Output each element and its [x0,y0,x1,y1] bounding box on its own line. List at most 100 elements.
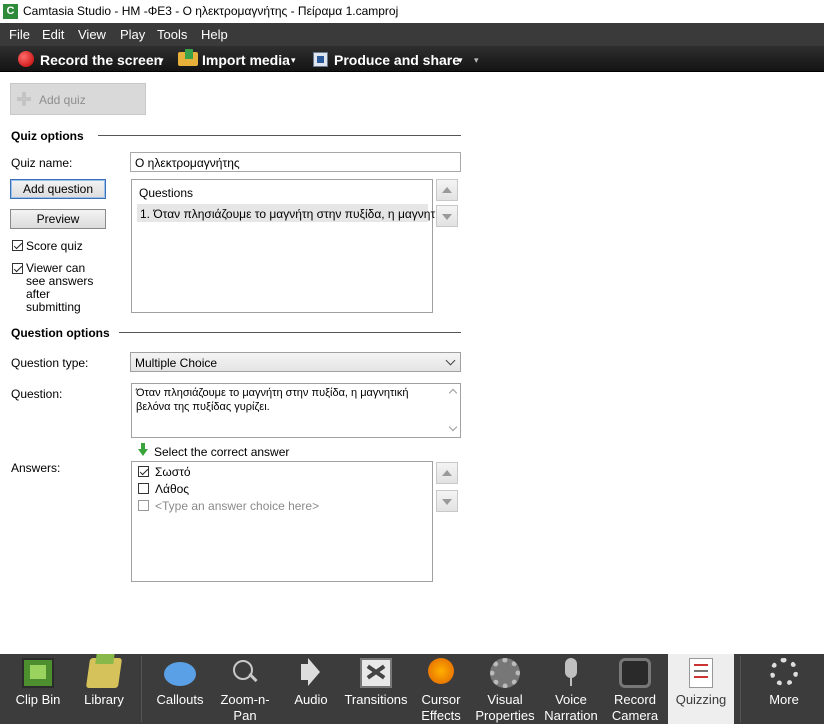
score-quiz-checkbox[interactable] [12,240,23,251]
task-voice-narration[interactable]: Voice Narration [540,654,602,724]
task-label: Library [84,692,124,707]
task-divider [141,656,142,722]
task-record-camera[interactable]: Record Camera [604,654,666,724]
quiz-options-divider [98,135,461,136]
quizzing-icon [689,658,713,688]
move-question-down-button[interactable] [436,205,458,227]
task-label: Record Camera [611,692,659,723]
quiz-options-title: Quiz options [11,129,84,143]
task-label: Zoom-n-Pan [220,692,270,723]
task-label: Cursor Effects [421,692,461,723]
move-question-up-button[interactable] [436,179,458,201]
answer-checkbox-3[interactable] [138,500,149,511]
task-visual-properties[interactable]: Visual Properties [472,654,538,724]
menu-play[interactable]: Play [120,27,145,42]
answer-checkbox-1[interactable] [138,466,149,477]
task-divider [740,656,741,722]
quiz-name-label: Quiz name: [11,156,73,170]
toolbar-overflow-icon[interactable]: ▾ [474,55,479,66]
preview-button[interactable]: Preview [10,209,106,229]
move-answer-up-button[interactable] [436,462,458,484]
add-quiz-label: Add quiz [39,93,86,107]
audio-icon [295,658,327,688]
question-text-value: Όταν πλησιάζουμε το μαγνήτη στην πυξίδα,… [136,387,409,413]
answer-checkbox-2[interactable] [138,483,149,494]
score-quiz-label: Score quiz [26,239,83,253]
task-label: Audio [294,692,328,707]
add-question-button[interactable]: Add question [10,179,106,199]
green-arrow-down-icon [138,443,148,456]
task-label: Voice Narration [544,692,598,723]
move-answer-down-button[interactable] [436,490,458,512]
task-quizzing[interactable]: Quizzing [668,654,734,724]
question-row-text: 1. Όταν πλησιάζουμε το μαγνήτη στην πυξί… [140,207,454,221]
more-icon [770,658,798,686]
question-type-select[interactable]: Multiple Choice [130,352,461,372]
task-label: Quizzing [675,692,727,707]
produce-share-label: Produce and share [334,52,461,68]
task-label: Visual Properties [475,692,535,723]
arrow-up-icon [442,470,452,476]
camtasia-logo-icon: C [3,4,18,19]
question-type-label: Question type: [11,356,89,370]
task-transitions[interactable]: Transitions [340,654,412,724]
quiz-name-input[interactable]: Ο ηλεκτρομαγνήτης [130,152,461,172]
quiz-name-value: Ο ηλεκτρομαγνήτης [135,156,240,170]
produce-film-icon [313,52,328,67]
task-library[interactable]: Library [72,654,136,724]
window-title: Camtasia Studio - HM -ΦΕ3 - Ο ηλεκτρομαγ… [23,4,399,18]
question-type-value: Multiple Choice [135,356,218,370]
record-dot-icon [18,51,34,67]
answer-text-2[interactable]: Λάθος [155,482,189,496]
scroll-down-icon[interactable] [448,422,458,432]
question-textarea[interactable]: Όταν πλησιάζουμε το μαγνήτη στην πυξίδα,… [131,383,461,438]
arrow-up-icon [442,187,452,193]
menu-edit[interactable]: Edit [42,27,64,42]
zoom-icon [229,658,261,688]
callouts-icon [164,662,196,686]
import-dropdown-icon[interactable]: ▾ [291,55,296,66]
menu-file[interactable]: File [9,27,30,42]
questions-header: Questions [139,186,194,200]
scroll-up-icon[interactable] [448,388,458,398]
menu-help[interactable]: Help [201,27,228,42]
select-correct-label: Select the correct answer [154,445,290,459]
menu-view[interactable]: View [78,27,106,42]
questions-list[interactable]: Questions 1. Όταν πλησιάζουμε το μαγνήτη… [131,179,454,313]
record-dropdown-icon[interactable]: ▾ [159,55,164,66]
visual-properties-icon [490,658,520,688]
viewer-answers-checkbox[interactable] [12,263,23,274]
task-label: Transitions [344,692,408,707]
task-cursor-effects[interactable]: Cursor Effects [412,654,470,724]
add-quiz-button[interactable]: Add quiz [10,83,146,115]
answer-text-1[interactable]: Σωστό [155,465,191,479]
task-zoom-n-pan[interactable]: Zoom-n-Pan [214,654,276,724]
record-label: Record the screen [40,52,163,68]
task-label: More [769,692,799,707]
library-icon [85,654,123,688]
task-clip-bin[interactable]: Clip Bin [4,654,72,724]
answers-list[interactable]: Σωστό Λάθος <Type an answer choice here> [131,461,433,582]
task-callouts[interactable]: Callouts [146,654,214,724]
question-text-label: Question: [11,387,63,401]
record-camera-icon [619,658,651,688]
transitions-icon [360,658,392,688]
answer-placeholder[interactable]: <Type an answer choice here> [155,499,319,513]
task-more[interactable]: More [750,654,818,724]
arrow-down-icon [442,499,452,505]
task-audio[interactable]: Audio [282,654,340,724]
import-media-label: Import media [202,52,290,68]
clip-bin-icon [22,658,54,688]
chevron-down-icon [445,355,456,366]
task-label: Callouts [156,692,204,707]
question-options-divider [119,332,461,333]
viewer-answers-label: Viewer can see answers after submitting [26,261,94,314]
answers-label: Answers: [11,461,61,475]
cursor-effects-icon [428,658,454,684]
produce-dropdown-icon[interactable]: ▾ [458,55,463,66]
question-options-title: Question options [11,326,110,340]
task-label: Clip Bin [15,692,61,707]
voice-narration-icon [555,658,587,688]
menu-tools[interactable]: Tools [157,27,187,42]
question-row[interactable]: 1. Όταν πλησιάζουμε το μαγνήτη στην πυξί… [137,204,454,222]
